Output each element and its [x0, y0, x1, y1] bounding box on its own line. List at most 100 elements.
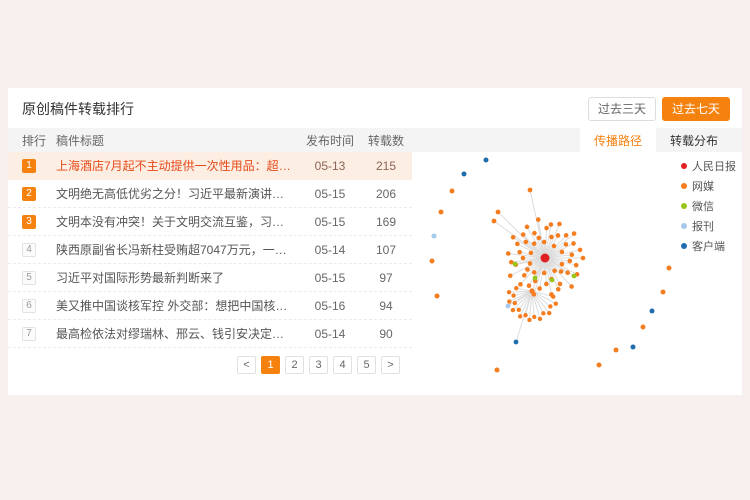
- network-node[interactable]: [568, 259, 573, 264]
- network-node[interactable]: [527, 283, 532, 288]
- network-node[interactable]: [511, 293, 515, 297]
- network-node[interactable]: [514, 286, 518, 290]
- network-node[interactable]: [521, 232, 526, 237]
- network-node[interactable]: [551, 294, 555, 298]
- network-node[interactable]: [544, 226, 549, 231]
- network-node[interactable]: [549, 222, 554, 227]
- network-node[interactable]: [542, 271, 547, 276]
- network-node[interactable]: [532, 231, 537, 236]
- network-node[interactable]: [631, 345, 636, 350]
- network-node[interactable]: [569, 252, 574, 257]
- table-row[interactable]: 7最高检依法对缪瑞林、邢云、钱引安决定逮捕05-1490: [8, 320, 412, 348]
- network-node[interactable]: [532, 270, 537, 275]
- network-node[interactable]: [511, 235, 516, 240]
- network-node[interactable]: [533, 276, 538, 281]
- network-node[interactable]: [435, 294, 440, 299]
- network-node[interactable]: [522, 273, 527, 278]
- network-node[interactable]: [508, 273, 513, 278]
- network-node[interactable]: [523, 313, 527, 317]
- table-row[interactable]: 6美又推中国谈核军控 外交部：想把中国核力量谈到美国水...05-1694: [8, 292, 412, 320]
- network-node[interactable]: [558, 282, 563, 287]
- range-button-过去三天[interactable]: 过去三天: [588, 97, 656, 121]
- network-node[interactable]: [528, 188, 533, 193]
- network-node[interactable]: [574, 263, 579, 268]
- network-node[interactable]: [537, 286, 542, 291]
- network-node[interactable]: [532, 241, 537, 246]
- network-node[interactable]: [564, 233, 569, 238]
- range-button-过去七天[interactable]: 过去七天: [662, 97, 730, 121]
- table-row[interactable]: 3文明本没有冲突！关于文明交流互鉴，习近平提四点主张05-15169: [8, 208, 412, 236]
- network-node[interactable]: [557, 222, 562, 227]
- network-node[interactable]: [581, 256, 586, 261]
- legend-item-人民日报[interactable]: 人民日报: [681, 158, 736, 174]
- network-node[interactable]: [529, 251, 534, 256]
- network-node[interactable]: [514, 340, 519, 345]
- network-node[interactable]: [541, 311, 545, 315]
- network-node[interactable]: [496, 210, 501, 215]
- network-node[interactable]: [667, 266, 672, 271]
- article-title[interactable]: 最高检依法对缪瑞林、邢云、钱引安决定逮捕: [56, 325, 300, 342]
- network-node[interactable]: [650, 309, 655, 314]
- network-node[interactable]: [462, 172, 467, 177]
- network-node[interactable]: [559, 269, 564, 274]
- network-node[interactable]: [661, 290, 666, 295]
- network-node[interactable]: [560, 262, 565, 267]
- network-node[interactable]: [524, 240, 529, 245]
- network-node[interactable]: [554, 301, 558, 305]
- article-title[interactable]: 文明本没有冲突！关于文明交流互鉴，习近平提四点主张: [56, 213, 300, 230]
- page-next-button[interactable]: >: [381, 356, 400, 374]
- network-node[interactable]: [578, 248, 583, 253]
- network-node[interactable]: [565, 270, 570, 275]
- network-node[interactable]: [495, 368, 500, 373]
- page-button-5[interactable]: 5: [357, 356, 376, 374]
- network-node[interactable]: [569, 284, 574, 289]
- article-title[interactable]: 陕西原副省长冯新柱受贿超7047万元，一审获刑15年: [56, 241, 300, 258]
- network-node[interactable]: [572, 231, 577, 236]
- network-node[interactable]: [538, 317, 542, 321]
- network-node[interactable]: [556, 233, 561, 238]
- network-node[interactable]: [484, 158, 489, 163]
- network-node[interactable]: [525, 225, 530, 230]
- network-node[interactable]: [564, 242, 569, 247]
- people-daily-hub[interactable]: [541, 254, 550, 263]
- network-node[interactable]: [571, 241, 576, 246]
- network-node[interactable]: [525, 267, 530, 272]
- article-title[interactable]: 美又推中国谈核军控 外交部：想把中国核力量谈到美国水...: [56, 297, 300, 314]
- network-node[interactable]: [513, 262, 518, 267]
- network-node[interactable]: [450, 189, 455, 194]
- network-node[interactable]: [517, 250, 522, 255]
- legend-item-客户端[interactable]: 客户端: [681, 238, 736, 254]
- table-row[interactable]: 4陕西原副省长冯新柱受贿超7047万元，一审获刑15年05-14107: [8, 236, 412, 264]
- page-button-3[interactable]: 3: [309, 356, 328, 374]
- network-node[interactable]: [517, 308, 521, 312]
- network-node[interactable]: [550, 278, 555, 283]
- article-title[interactable]: 习近平对国际形势最新判断来了: [56, 269, 300, 286]
- network-node[interactable]: [552, 268, 557, 273]
- network-node[interactable]: [527, 318, 531, 322]
- network-node[interactable]: [507, 299, 511, 303]
- table-row[interactable]: 2文明绝无高低优劣之分！习近平最新演讲，这些话振聋发聩05-15206: [8, 180, 412, 208]
- network-node[interactable]: [556, 287, 561, 292]
- legend-item-微信[interactable]: 微信: [681, 198, 736, 214]
- network-node[interactable]: [430, 259, 435, 264]
- network-node[interactable]: [518, 314, 522, 318]
- table-row[interactable]: 1上海酒店7月起不主动提供一次性用品：超8成支持，你咋看05-13215: [8, 152, 412, 180]
- page-button-1[interactable]: 1: [261, 356, 280, 374]
- network-node[interactable]: [515, 242, 520, 247]
- network-node[interactable]: [521, 256, 526, 261]
- network-node[interactable]: [528, 261, 533, 266]
- network-node[interactable]: [597, 363, 602, 368]
- network-node[interactable]: [560, 250, 565, 255]
- page-button-2[interactable]: 2: [285, 356, 304, 374]
- network-node[interactable]: [544, 282, 549, 287]
- network-node[interactable]: [492, 219, 497, 224]
- network-node[interactable]: [506, 304, 511, 309]
- network-node[interactable]: [439, 210, 444, 215]
- page-button-4[interactable]: 4: [333, 356, 352, 374]
- network-node[interactable]: [614, 348, 619, 353]
- network-node[interactable]: [548, 304, 552, 308]
- network-node[interactable]: [432, 234, 437, 239]
- network-node[interactable]: [537, 236, 542, 241]
- network-node[interactable]: [547, 311, 551, 315]
- network-node[interactable]: [532, 315, 536, 319]
